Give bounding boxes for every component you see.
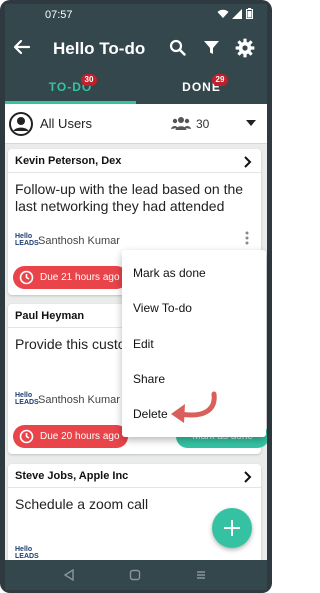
status-icons <box>217 8 253 19</box>
user-avatar-icon <box>9 112 33 141</box>
hello-leads-logo: Hello LEADS <box>15 546 39 560</box>
user-count: 30 <box>196 117 210 131</box>
card-owner: Santhosh Kumar <box>38 235 120 247</box>
back-arrow-icon[interactable] <box>13 38 31 61</box>
chevron-right-icon[interactable] <box>243 155 253 173</box>
nav-home-icon[interactable] <box>129 568 141 586</box>
tab-done-badge: 29 <box>212 74 228 86</box>
menu-item-delete[interactable]: Delete <box>133 407 168 421</box>
card-header[interactable]: Steve Jobs, Apple Inc <box>8 464 261 488</box>
card-contact: Paul Heyman <box>15 310 85 322</box>
card-owner: Santhosh Kumar <box>38 394 120 406</box>
due-badge: Due 20 hours ago <box>13 425 128 448</box>
card-header[interactable]: Kevin Peterson, Dex <box>8 149 261 173</box>
nav-back-icon[interactable] <box>63 568 75 586</box>
clock-icon <box>19 429 34 453</box>
menu-item-edit[interactable]: Edit <box>133 337 154 351</box>
chevron-right-icon[interactable] <box>243 470 253 488</box>
status-bar: 07:57 <box>5 4 267 26</box>
chevron-down-icon[interactable] <box>246 120 256 126</box>
signal-icon <box>232 8 242 19</box>
user-filter-bar[interactable]: All Users 30 <box>5 104 267 144</box>
tab-bar: TO-DO 30 DONE 29 <box>5 72 267 104</box>
user-filter-label: All Users <box>40 116 93 131</box>
card-contact: Kevin Peterson, Dex <box>15 155 122 167</box>
tab-todo[interactable]: TO-DO 30 <box>5 72 136 104</box>
battery-icon <box>246 8 253 19</box>
status-time: 07:57 <box>45 9 73 21</box>
page-title: Hello To-do <box>53 39 146 58</box>
due-badge: Due 21 hours ago <box>13 266 128 289</box>
add-todo-button[interactable] <box>212 508 252 548</box>
menu-item-share[interactable]: Share <box>133 372 165 386</box>
search-icon[interactable] <box>169 39 186 61</box>
pointer-arrow-icon <box>168 390 220 431</box>
card-text: Follow-up with the lead based on the las… <box>15 181 244 214</box>
group-icon <box>171 116 191 136</box>
card-text: Schedule a zoom call <box>15 496 149 512</box>
phone-frame: 07:57 Hello To-do TO-DO 30 DONE 29 All U… <box>0 0 272 593</box>
hello-leads-logo: Hello LEADS <box>15 233 39 247</box>
system-nav-bar <box>5 560 267 590</box>
hello-leads-logo: Hello LEADS <box>15 392 39 406</box>
wifi-icon <box>217 9 229 18</box>
more-vertical-icon[interactable] <box>245 231 249 250</box>
card-text: Provide this custom product document <box>15 336 125 352</box>
card-contact: Steve Jobs, Apple Inc <box>15 470 129 482</box>
tab-todo-badge: 30 <box>81 74 97 86</box>
filter-icon[interactable] <box>203 39 220 61</box>
menu-item-mark-as-done[interactable]: Mark as done <box>133 266 206 280</box>
menu-item-view-todo[interactable]: View To-do <box>133 301 192 315</box>
clock-icon <box>19 270 34 294</box>
tab-done[interactable]: DONE 29 <box>136 72 267 104</box>
nav-recents-icon[interactable] <box>195 568 207 586</box>
gear-icon[interactable] <box>235 38 255 63</box>
app-bar: Hello To-do <box>5 26 267 72</box>
